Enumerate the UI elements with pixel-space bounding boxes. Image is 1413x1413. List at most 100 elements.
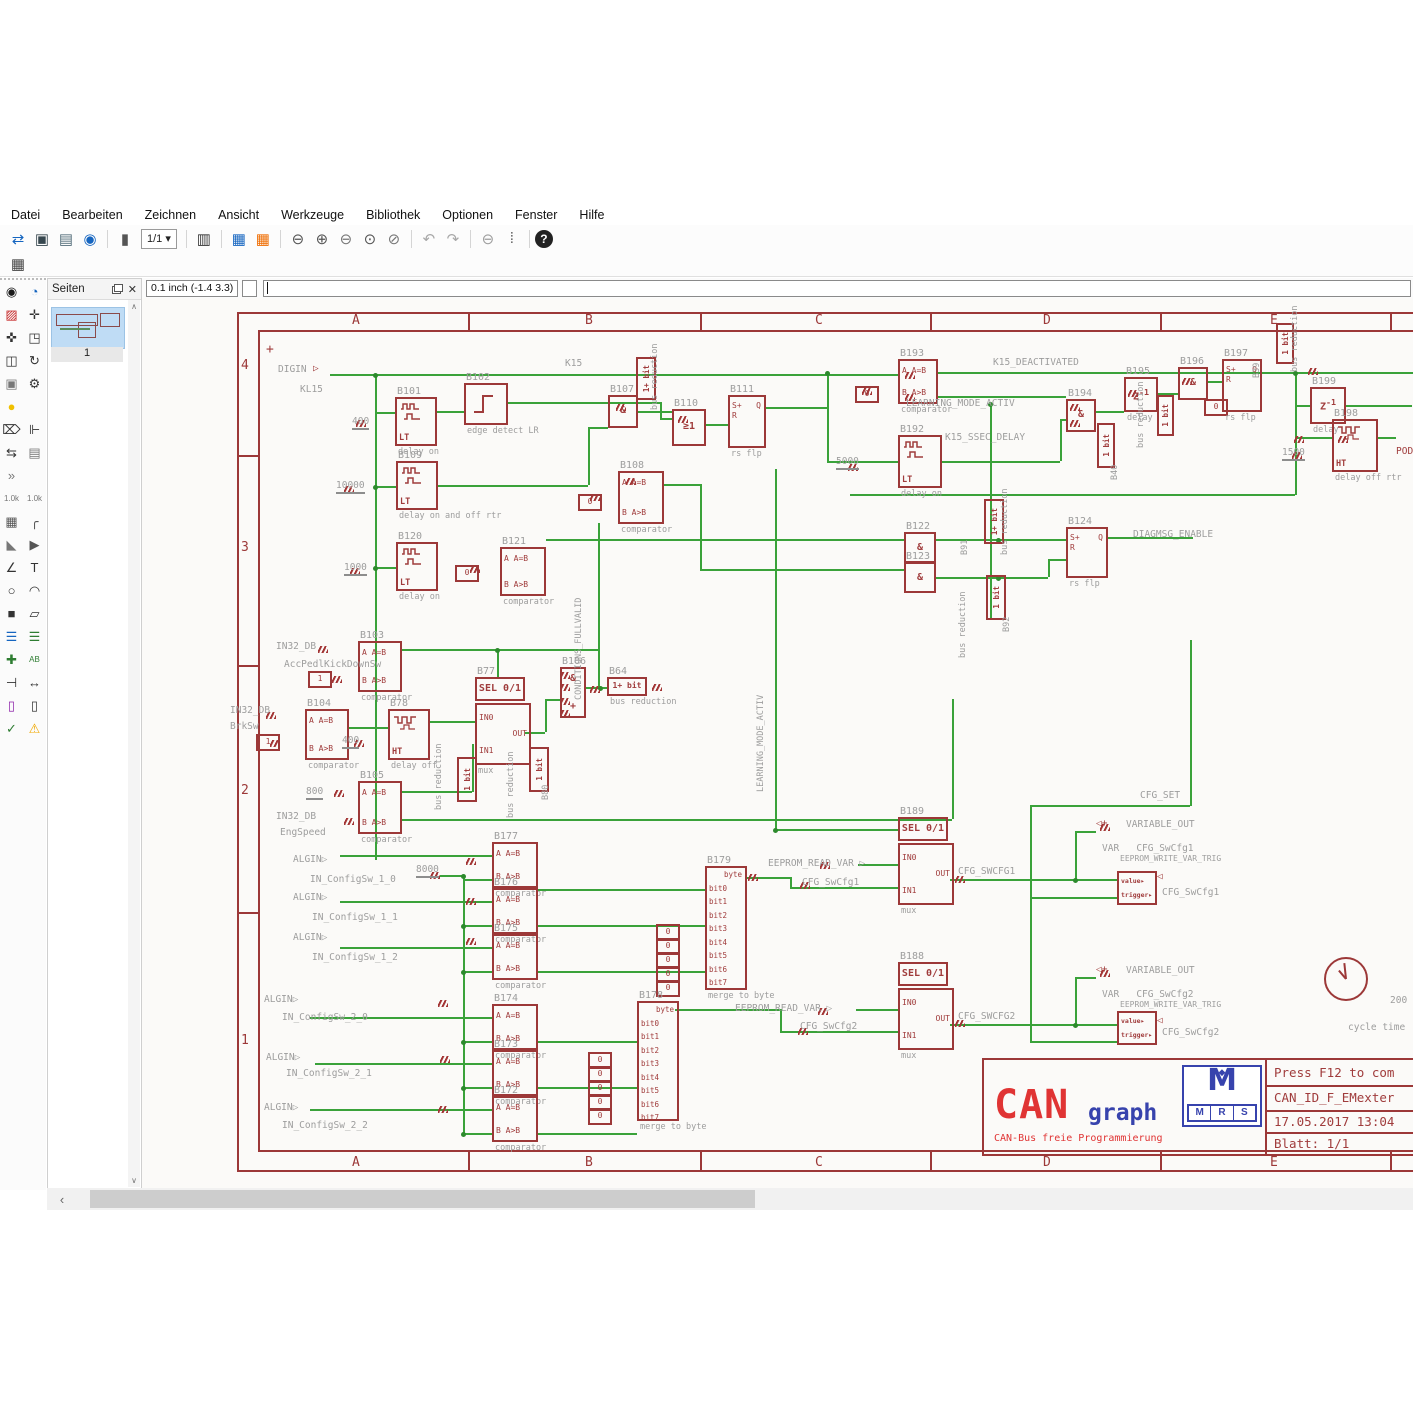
block-B175[interactable]: B175comparatorA A=BB A>B <box>492 934 538 980</box>
probe-icon[interactable]: ⊣ <box>0 671 23 694</box>
menu-item-optionen[interactable]: Optionen <box>431 206 504 224</box>
block-B78[interactable]: B78delay offHT <box>388 709 430 760</box>
close-panel-icon[interactable]: ✕ <box>128 283 137 296</box>
dimension-icon[interactable]: ↔ <box>23 671 46 694</box>
menu-item-fenster[interactable]: Fenster <box>504 206 568 224</box>
label-icon[interactable]: AB <box>23 648 46 671</box>
horizontal-scrollbar[interactable]: ‹ <box>47 1188 1413 1210</box>
float-panel-icon[interactable] <box>112 284 123 294</box>
highlight-icon[interactable]: ● <box>0 395 23 418</box>
junction-icon[interactable]: ✚ <box>0 648 23 671</box>
block-B178[interactable]: B178merge to bytebytebit0bit1bit2bit3bit… <box>637 1001 679 1121</box>
page-thumbnail-label[interactable]: 1 <box>51 347 123 362</box>
block-B77-body[interactable]: IN0IN1OUTmux <box>475 703 531 765</box>
rect-icon[interactable]: ■ <box>0 602 23 625</box>
block-B105[interactable]: B105comparatorA A=BB A>B <box>358 781 402 834</box>
snap-icon[interactable]: ✛ <box>23 303 46 326</box>
move-icon[interactable]: ✜ <box>0 326 23 349</box>
table-blue-icon[interactable]: ▦ <box>228 228 250 250</box>
play-icon[interactable]: ▶ <box>23 533 46 556</box>
block-B172[interactable]: B172comparatorA A=BB A>B <box>492 1096 538 1142</box>
block-B121[interactable]: B121comparatorA A=BB A>B <box>500 547 546 596</box>
menu-item-bearbeiten[interactable]: Bearbeiten <box>51 206 133 224</box>
rotate-icon[interactable]: ↻ <box>23 349 46 372</box>
check-icon[interactable]: ✓ <box>0 717 23 740</box>
more-icon[interactable]: ⁞ <box>501 228 523 250</box>
fillet-icon[interactable]: ╭ <box>23 510 46 533</box>
import-icon[interactable]: ⇄ <box>7 228 29 250</box>
command-input[interactable] <box>263 280 1411 297</box>
corner-icon[interactable]: ◣ <box>0 533 23 556</box>
undo-icon[interactable]: ↶ <box>418 228 440 250</box>
calendar-icon[interactable]: ▦ <box>0 510 23 533</box>
menu-item-werkzeuge[interactable]: Werkzeuge <box>270 206 355 224</box>
block-B123[interactable]: B123& <box>904 562 936 593</box>
block-B188-body[interactable]: IN0IN1OUTmux <box>898 988 954 1050</box>
line-icon[interactable]: ∠ <box>0 556 23 579</box>
menu-item-ansicht[interactable]: Ansicht <box>207 206 270 224</box>
zoom-in-icon[interactable]: ⊕ <box>311 228 333 250</box>
block-vt[interactable]: value▸trigger▸ <box>1117 871 1157 905</box>
arc-icon[interactable]: ◠ <box>23 579 46 602</box>
save-icon[interactable]: ▣ <box>31 228 53 250</box>
screenshot-icon[interactable]: ◉ <box>79 228 101 250</box>
component-icon[interactable]: ⊩ <box>23 418 46 441</box>
text-icon[interactable]: T <box>23 556 46 579</box>
block-B108[interactable]: B108comparatorA A=BB A>B <box>618 471 664 524</box>
block-B101[interactable]: B101delay onLT <box>395 397 437 446</box>
block-B77-sel[interactable]: SEL 0/1B77 <box>475 677 525 701</box>
layers-icon[interactable]: ▨ <box>0 303 23 326</box>
block-B189-sel[interactable]: SEL 0/1B189 <box>898 817 948 841</box>
scale-down-icon[interactable]: 1.0k <box>0 487 23 510</box>
block-bv[interactable]: 1 bit <box>986 575 1006 620</box>
scale-up-icon[interactable]: 1.0k <box>23 487 46 510</box>
zoom-minus-icon[interactable]: ⊖ <box>335 228 357 250</box>
pan-icon[interactable]: ◉ <box>0 280 23 303</box>
block-B120[interactable]: B120delay onLT <box>396 542 438 591</box>
view-icon[interactable]: ◔ <box>23 280 46 303</box>
block-bv[interactable]: 1 bit <box>457 757 477 802</box>
table-orange-icon[interactable]: ▦ <box>252 228 274 250</box>
block-B179[interactable]: B179merge to bytebytebit0bit1bit2bit3bit… <box>705 866 747 990</box>
sheet-icon[interactable]: ◳ <box>23 326 46 349</box>
delete-icon[interactable]: ⌦ <box>0 418 23 441</box>
scroll-down-icon[interactable]: ∨ <box>128 1174 140 1187</box>
constant-1[interactable]: 1 <box>256 734 280 751</box>
block-B196[interactable]: B196& <box>1178 367 1208 400</box>
block-bv[interactable]: 1 bit <box>1097 423 1115 468</box>
pin-icon[interactable]: ▮ <box>114 228 136 250</box>
block-B188-sel[interactable]: SEL 0/1B188 <box>898 962 948 986</box>
block-B194[interactable]: B194& <box>1066 399 1096 432</box>
block-B109[interactable]: B109delay on and off rtrLT <box>396 461 438 510</box>
help-icon[interactable]: ? <box>535 230 553 248</box>
io-purple-icon[interactable]: ▯ <box>0 694 23 717</box>
scroll-up-icon[interactable]: ∧ <box>128 300 140 313</box>
block-B111[interactable]: B111rs flpS+RQ <box>728 395 766 448</box>
constant-0[interactable]: 0 <box>588 1108 612 1125</box>
block-vt[interactable]: value▸trigger▸ <box>1117 1011 1157 1045</box>
print-icon[interactable]: ▤ <box>55 228 77 250</box>
block-bv[interactable]: 1 bit <box>1157 395 1174 436</box>
scroll-left-icon[interactable]: ‹ <box>53 1188 71 1210</box>
io-dark-icon[interactable]: ▯ <box>23 694 46 717</box>
schematic-canvas[interactable]: CAN graph CAN-Bus freie Programmierung ◆… <box>142 298 1413 1188</box>
zoom-point-icon[interactable]: ⊙ <box>359 228 381 250</box>
constant-0[interactable]: 0 <box>455 565 479 582</box>
constant-0[interactable]: 0 <box>855 386 879 403</box>
zoom-page-icon[interactable]: ⊘ <box>383 228 405 250</box>
block-B198[interactable]: B198delay off rtrHT <box>1332 419 1378 472</box>
block-B124[interactable]: B124rs flpS+RQ <box>1066 527 1108 578</box>
forward-icon[interactable]: » <box>0 464 23 487</box>
menu-item-zeichnen[interactable]: Zeichnen <box>134 206 207 224</box>
block-B107[interactable]: B107& <box>608 395 638 428</box>
mirror-icon[interactable]: ◫ <box>0 349 23 372</box>
block-B192[interactable]: B192delay onLT <box>898 435 942 488</box>
warning-icon[interactable]: ⚠ <box>23 717 46 740</box>
pages-panel-scrollbar[interactable]: ∧ ∨ <box>128 300 140 1187</box>
block-B189-body[interactable]: IN0IN1OUTmux <box>898 843 954 905</box>
ellipse-icon[interactable]: ○ <box>0 579 23 602</box>
bus-input-icon[interactable]: ☰ <box>0 625 23 648</box>
page-select-dropdown[interactable]: 1/1 ▾ <box>141 229 177 249</box>
redo-icon[interactable]: ↷ <box>442 228 464 250</box>
menu-item-hilfe[interactable]: Hilfe <box>568 206 615 224</box>
